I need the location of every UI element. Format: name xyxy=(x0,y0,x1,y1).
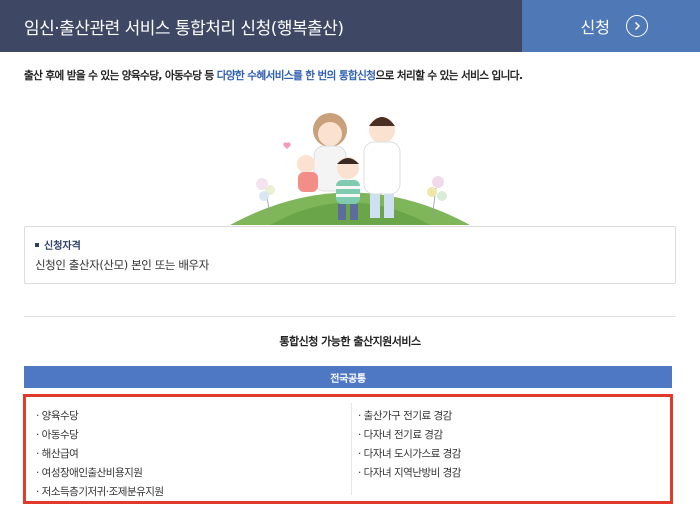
service-item: · 저소득층기저귀·조제분유지원 xyxy=(36,486,164,498)
services-right-column: · 출산가구 전기료 경감 · 다자녀 전기료 경감 · 다자녀 도시가스료 경… xyxy=(358,407,658,483)
intro-text: 출산 후에 받을 수 있는 양육수당, 아동수당 등 xyxy=(24,70,217,82)
service-item: · 다자녀 도시가스료 경감 xyxy=(358,448,461,460)
service-item: · 양육수당 xyxy=(36,410,79,422)
services-heading: 통합신청 가능한 출산지원서비스 xyxy=(279,335,421,348)
service-item: · 아동수당 xyxy=(36,429,79,441)
eligibility-title-text: 신청자격 xyxy=(44,241,81,252)
service-item: · 여성장애인출산비용지원 xyxy=(36,467,143,479)
page: 임신·출산관련 서비스 통합처리 신청(행복출산) 신청 출산 후에 받을 수 … xyxy=(0,0,700,512)
eligibility-card: 신청자격 신청인 출산자(산모) 본인 또는 배우자 xyxy=(24,226,676,284)
service-item: · 다자녀 전기료 경감 xyxy=(358,429,443,441)
region-bar: 전국공통 xyxy=(24,366,672,388)
services-left-column: · 양육수당 · 아동수당 · 해산급여 · 여성장애인출산비용지원 · 저소득… xyxy=(36,407,356,502)
service-item: · 해산급여 xyxy=(36,448,79,460)
page-title: 임신·출산관련 서비스 통합처리 신청(행복출산) xyxy=(0,0,522,52)
divider xyxy=(24,316,676,317)
apply-button[interactable]: 신청 xyxy=(522,0,700,52)
intro-text-end: 으로 처리할 수 있는 서비스 입니다. xyxy=(375,70,523,82)
column-divider xyxy=(351,403,352,495)
service-intro: 출산 후에 받을 수 있는 양육수당, 아동수당 등 다양한 수혜서비스를 한 … xyxy=(24,68,684,83)
bullet-icon xyxy=(35,242,39,247)
eligibility-text: 신청인 출산자(산모) 본인 또는 배우자 xyxy=(35,258,209,272)
eligibility-title: 신청자격 xyxy=(35,237,81,252)
service-item: · 다자녀 지역난방비 경감 xyxy=(358,467,461,479)
header: 임신·출산관련 서비스 통합처리 신청(행복출산) 신청 xyxy=(0,0,700,52)
apply-button-label: 신청 xyxy=(580,18,610,37)
intro-highlight: 다양한 수혜서비스를 한 번의 통합신청 xyxy=(216,70,376,82)
services-list-box: · 양육수당 · 아동수당 · 해산급여 · 여성장애인출산비용지원 · 저소득… xyxy=(23,394,673,504)
chevron-right-icon xyxy=(626,15,648,37)
service-item: · 출산가구 전기료 경감 xyxy=(358,410,452,422)
family-illustration xyxy=(230,113,470,225)
